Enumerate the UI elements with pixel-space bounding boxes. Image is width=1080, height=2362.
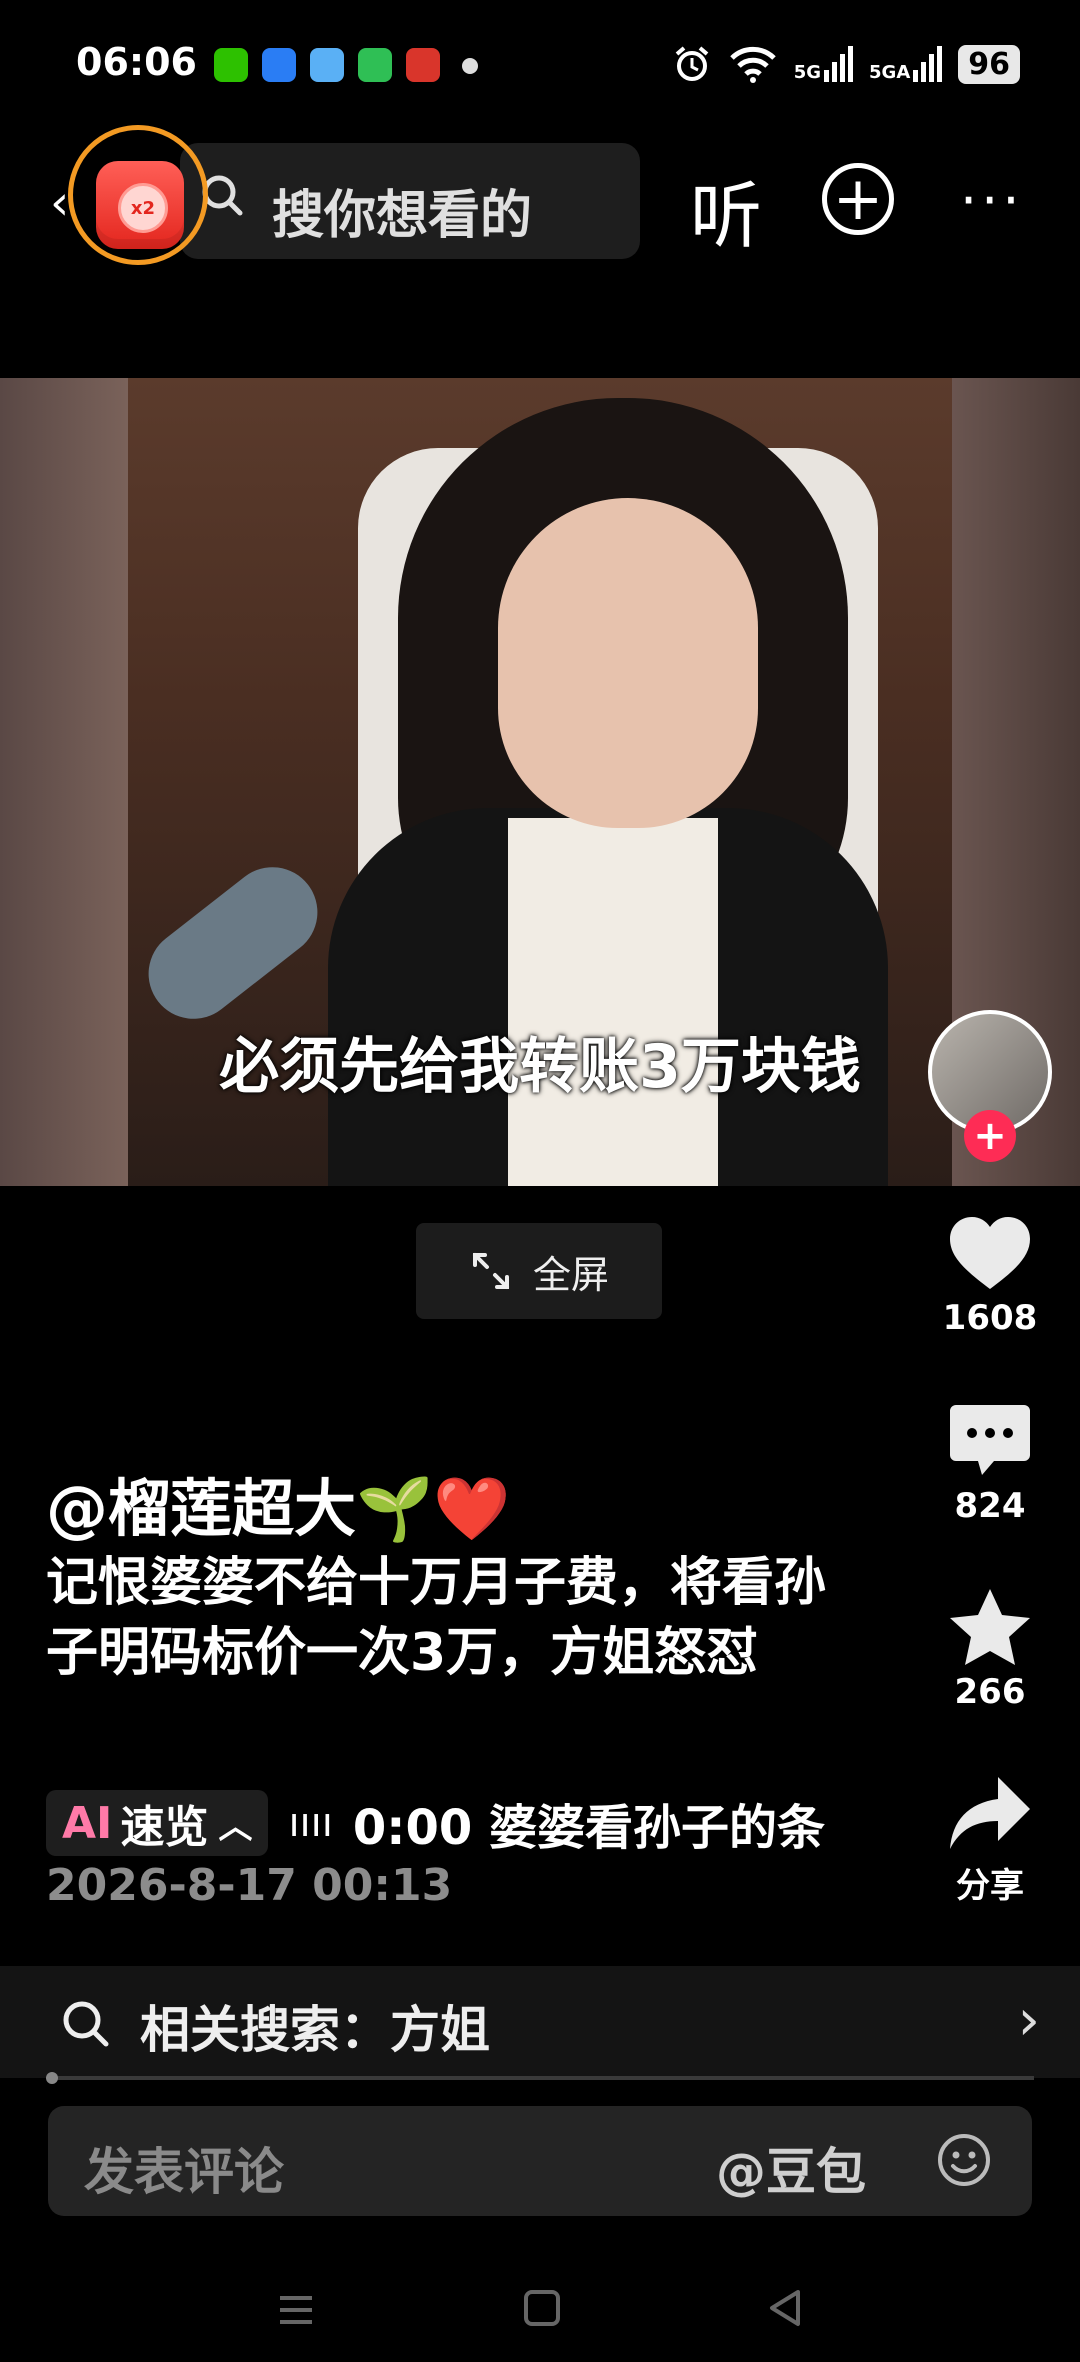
share-arrow-icon <box>950 1777 1030 1849</box>
ai-prefix: AI <box>62 1797 113 1849</box>
signal-5g-icon: 5G <box>793 46 854 83</box>
menu-nav-icon[interactable] <box>276 2290 316 2330</box>
comment-placeholder: 发表评论 <box>84 2143 284 2201</box>
back-chevron-icon[interactable]: ‹ <box>50 175 69 231</box>
follow-plus-icon[interactable]: + <box>964 1110 1016 1162</box>
highlight-ring <box>68 125 208 265</box>
comment-icon <box>950 1405 1030 1475</box>
like-action[interactable]: 1608 <box>930 1208 1050 1338</box>
signal-1-label: 5G <box>793 62 822 83</box>
more-options-icon[interactable]: ··· <box>960 169 1024 232</box>
related-search-bar[interactable]: 相关搜索：方姐 › <box>0 1966 1080 2078</box>
search-icon <box>63 2001 109 2047</box>
related-search-label: 相关搜索：方姐 <box>140 2001 490 2059</box>
add-button[interactable]: + <box>822 163 894 235</box>
back-nav-icon[interactable] <box>766 2288 806 2328</box>
expand-icon <box>472 1253 509 1289</box>
ai-label: 速览 <box>120 1802 209 1853</box>
share-label: 分享 <box>956 1866 1024 1906</box>
favorite-count: 266 <box>954 1672 1026 1712</box>
signal-2-label: 5GA <box>869 62 911 83</box>
status-bar: 06:06 5G 5GA 96 <box>0 0 1080 120</box>
listen-button[interactable]: 听 <box>690 157 762 262</box>
share-action[interactable]: 分享 <box>930 1768 1050 1907</box>
battery-indicator: 96 <box>958 44 1020 84</box>
notification-dot-icon <box>462 58 478 74</box>
video-person-shirt <box>508 818 718 1186</box>
favorite-action[interactable]: 266 <box>930 1582 1050 1712</box>
alarm-icon <box>675 46 709 81</box>
system-nav-bar <box>0 2260 1080 2362</box>
progress-handle[interactable] <box>46 2072 58 2084</box>
home-nav-icon[interactable] <box>522 2288 562 2328</box>
security-app-icon <box>358 48 392 82</box>
top-bar: ‹ 搜你想看的 x2 听 + ··· <box>0 125 1080 265</box>
video-subtitle: 必须先给我转账3万块钱 <box>219 1032 861 1102</box>
comment-input[interactable]: 发表评论 @豆包 <box>48 2106 1032 2216</box>
microphone <box>130 849 336 1037</box>
like-count: 1608 <box>942 1298 1038 1338</box>
comment-count: 824 <box>954 1486 1026 1526</box>
fullscreen-label: 全屏 <box>532 1252 609 1297</box>
browser-app-icon <box>262 48 296 82</box>
weather-app-icon <box>310 48 344 82</box>
post-date: 2026-8-17 00:13 <box>46 1860 453 1911</box>
comment-action[interactable]: 824 <box>930 1396 1050 1526</box>
emoji-icon[interactable] <box>934 2130 994 2190</box>
star-icon <box>950 1589 1030 1665</box>
fullscreen-button[interactable]: 全屏 <box>416 1223 662 1319</box>
plus-icon: + <box>832 164 884 234</box>
wifi-icon <box>729 46 776 83</box>
status-time: 06:06 <box>76 40 197 84</box>
audio-bars-icon: ıııı <box>288 1800 333 1846</box>
status-right: 5G 5GA 96 <box>672 44 1020 84</box>
ai-summary-row: AI 速览 ︿ ıııı 0:00 婆婆看孙子的条 <box>46 1788 866 1858</box>
game-app-icon <box>406 48 440 82</box>
signal-5ga-icon: 5GA <box>869 46 943 83</box>
author-name[interactable]: @榴莲超大🌱❤️ <box>46 1458 510 1548</box>
chevron-up-icon: ︿ <box>218 1806 253 1847</box>
video-progress-bar[interactable] <box>50 2076 1034 2080</box>
heart-icon <box>950 1217 1030 1289</box>
video-player[interactable]: 必须先给我转账3万块钱 <box>0 378 1080 1186</box>
post-description[interactable]: 记恨婆婆不给十万月子费，将看孙子明码标价一次3万，方姐怒怼 <box>46 1548 866 1688</box>
mention-doubao-button[interactable]: @豆包 <box>716 2132 866 2204</box>
video-person-face <box>498 498 758 828</box>
wechat-icon <box>214 48 248 82</box>
search-box[interactable]: 搜你想看的 <box>180 143 640 259</box>
search-placeholder: 搜你想看的 <box>272 186 533 246</box>
chevron-right-icon: › <box>1017 1988 1040 2053</box>
ai-summary-toggle[interactable]: AI 速览 ︿ <box>46 1790 269 1856</box>
ai-summary-text[interactable]: 0:00 婆婆看孙子的条 <box>353 1788 825 1858</box>
